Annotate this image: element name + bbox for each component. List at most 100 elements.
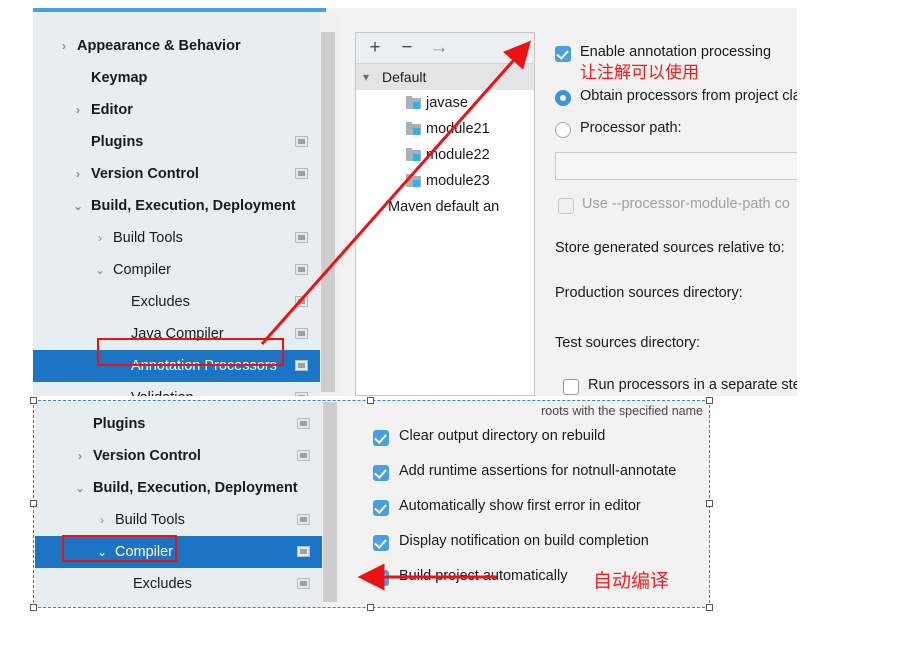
sidebar-item-label: Build, Execution, Deployment: [93, 480, 298, 496]
checkbox-label: Display notification on build completion: [399, 533, 649, 549]
checkbox-display-notification-on-build-completion[interactable]: [373, 535, 389, 551]
sidebar-scrollbar-thumb-2[interactable]: [323, 402, 337, 602]
highlight-box-compiler: [62, 535, 177, 562]
settings-scope-icon: [295, 232, 308, 243]
chevron-down-icon[interactable]: ⌄: [71, 190, 85, 222]
selection-handle-bottom-center[interactable]: [367, 604, 374, 611]
use-processor-module-path-checkbox[interactable]: [558, 198, 574, 214]
settings-scope-icon: [297, 546, 310, 557]
module-folder-icon: [406, 96, 421, 109]
chevron-right-icon[interactable]: ›: [73, 440, 87, 472]
chevron-right-icon[interactable]: ›: [93, 222, 107, 254]
checkbox-label: Build project automatically: [399, 568, 568, 584]
enable-annotation-processing-checkbox[interactable]: [555, 46, 571, 62]
chevron-down-icon[interactable]: ⌄: [93, 254, 107, 286]
highlight-box-annotation-processors: [97, 338, 284, 366]
sidebar-item-build-execution-deployment[interactable]: ⌄ Build, Execution, Deployment: [33, 190, 320, 222]
settings-scope-icon: [295, 296, 308, 307]
sidebar-item-label: Version Control: [93, 448, 201, 464]
settings-scope-icon: [297, 418, 310, 429]
chevron-right-icon[interactable]: ›: [57, 30, 71, 62]
annotation-note-autobuild: 自动编译: [593, 570, 670, 592]
selection-handle-bottom-left[interactable]: [30, 604, 37, 611]
checkbox-add-runtime-assertions-for-notnull-annotate[interactable]: [373, 465, 389, 481]
sidebar-item-label: Plugins: [91, 134, 144, 150]
chevron-down-icon[interactable]: ⌄: [73, 472, 87, 504]
module-folder-icon: [406, 174, 421, 187]
module-list-item[interactable]: module22: [356, 142, 534, 168]
sidebar-item-label: Version Control: [91, 166, 199, 182]
sidebar-item-label: Excludes: [133, 576, 192, 592]
module-list-item[interactable]: module21: [356, 116, 534, 142]
module-name-label: module21: [426, 121, 490, 137]
run-processors-separate-step-checkbox[interactable]: [563, 379, 579, 395]
sidebar-item-validation[interactable]: Validation: [33, 382, 320, 396]
checkbox-label: Add runtime assertions for notnull-annot…: [399, 463, 677, 479]
sidebar-item-build-tools[interactable]: › Build Tools: [35, 504, 322, 536]
sidebar-item-build-tools[interactable]: › Build Tools: [33, 222, 320, 254]
sidebar-item-label: Excludes: [131, 294, 190, 310]
module-list-item[interactable]: module23: [356, 168, 534, 194]
add-profile-icon[interactable]: +: [364, 38, 386, 58]
sidebar-item-label: Validation: [131, 382, 194, 396]
sidebar-item-plugins[interactable]: Plugins: [35, 408, 322, 440]
checkbox-clear-output-directory-on-rebuild[interactable]: [373, 430, 389, 446]
selection-handle-mid-right[interactable]: [706, 500, 713, 507]
processor-path-radio[interactable]: [555, 122, 571, 138]
annotation-note-enable: 让注解可以使用: [580, 63, 699, 83]
module-name-label: module23: [426, 173, 490, 189]
settings-scope-icon: [297, 514, 310, 525]
sidebar-item-compiler[interactable]: ⌄ Compiler: [33, 254, 320, 286]
panel-gap-2: [341, 402, 361, 607]
processor-path-input[interactable]: [555, 152, 797, 180]
chevron-right-icon[interactable]: ›: [71, 94, 85, 126]
obtain-from-classpath-radio[interactable]: [555, 90, 571, 106]
sidebar-item-appearance-behavior[interactable]: › Appearance & Behavior: [33, 30, 320, 62]
checkbox-automatically-show-first-error-in-editor[interactable]: [373, 500, 389, 516]
use-processor-module-path-label: Use --processor-module-path co: [582, 196, 790, 212]
sidebar-item-label: Editor: [91, 102, 133, 118]
settings-scope-icon: [295, 328, 308, 339]
panel-gap: [339, 12, 351, 396]
move-profile-icon[interactable]: →: [428, 38, 450, 58]
remove-profile-icon[interactable]: −: [396, 38, 418, 58]
checkbox-build-project-automatically[interactable]: [373, 570, 389, 586]
settings-category-tree-2[interactable]: Plugins › Version Control ⌄ Build, Execution…: [35, 402, 322, 607]
selection-handle-top-center[interactable]: [367, 397, 374, 404]
selection-handle-bottom-right[interactable]: [706, 604, 713, 611]
run-processors-separate-step-label: Run processors in a separate step: [588, 377, 797, 393]
sidebar-item-editor[interactable]: › Editor: [33, 94, 320, 126]
sidebar-item-build-execution-deployment[interactable]: ⌄ Build, Execution, Deployment: [35, 472, 322, 504]
settings-scope-icon: [295, 264, 308, 275]
obtain-from-classpath-label: Obtain processors from project cla: [580, 88, 797, 104]
sidebar-item-plugins[interactable]: Plugins: [33, 126, 320, 158]
sidebar-item-keymap[interactable]: Keymap: [33, 62, 320, 94]
settings-scope-icon: [297, 578, 310, 589]
checkbox-label: Automatically show first error in editor: [399, 498, 641, 514]
production-sources-directory-label: Production sources directory:: [555, 285, 743, 301]
sidebar-item-excludes[interactable]: Excludes: [33, 286, 320, 318]
module-folder-icon: [406, 122, 421, 135]
list-item-maven-default[interactable]: Maven default an: [356, 194, 534, 220]
sidebar-item-label: Keymap: [91, 70, 148, 86]
selection-handle-mid-left[interactable]: [30, 500, 37, 507]
settings-scope-icon: [295, 168, 308, 179]
sidebar-item-version-control[interactable]: › Version Control: [35, 440, 322, 472]
profiles-toolbar: + − →: [356, 33, 534, 64]
profile-group-default[interactable]: ▾ Default: [356, 64, 534, 90]
selection-handle-top-left[interactable]: [30, 397, 37, 404]
chevron-right-icon[interactable]: ›: [71, 158, 85, 190]
sidebar-item-label: Build, Execution, Deployment: [91, 198, 296, 214]
sidebar-item-label: Compiler: [113, 262, 172, 278]
chevron-right-icon[interactable]: ›: [95, 504, 109, 536]
sidebar-item-label: Appearance & Behavior: [77, 38, 241, 54]
sidebar-item-version-control[interactable]: › Version Control: [33, 158, 320, 190]
sidebar-item-excludes[interactable]: Excludes: [35, 568, 322, 600]
selection-handle-top-right[interactable]: [706, 397, 713, 404]
module-folder-icon: [406, 148, 421, 161]
settings-scope-icon: [295, 392, 308, 396]
chevron-down-icon: ▾: [363, 70, 370, 84]
module-name-label: javase: [426, 95, 468, 111]
sidebar-scrollbar-thumb[interactable]: [321, 32, 335, 392]
module-list-item[interactable]: javase: [356, 90, 534, 116]
